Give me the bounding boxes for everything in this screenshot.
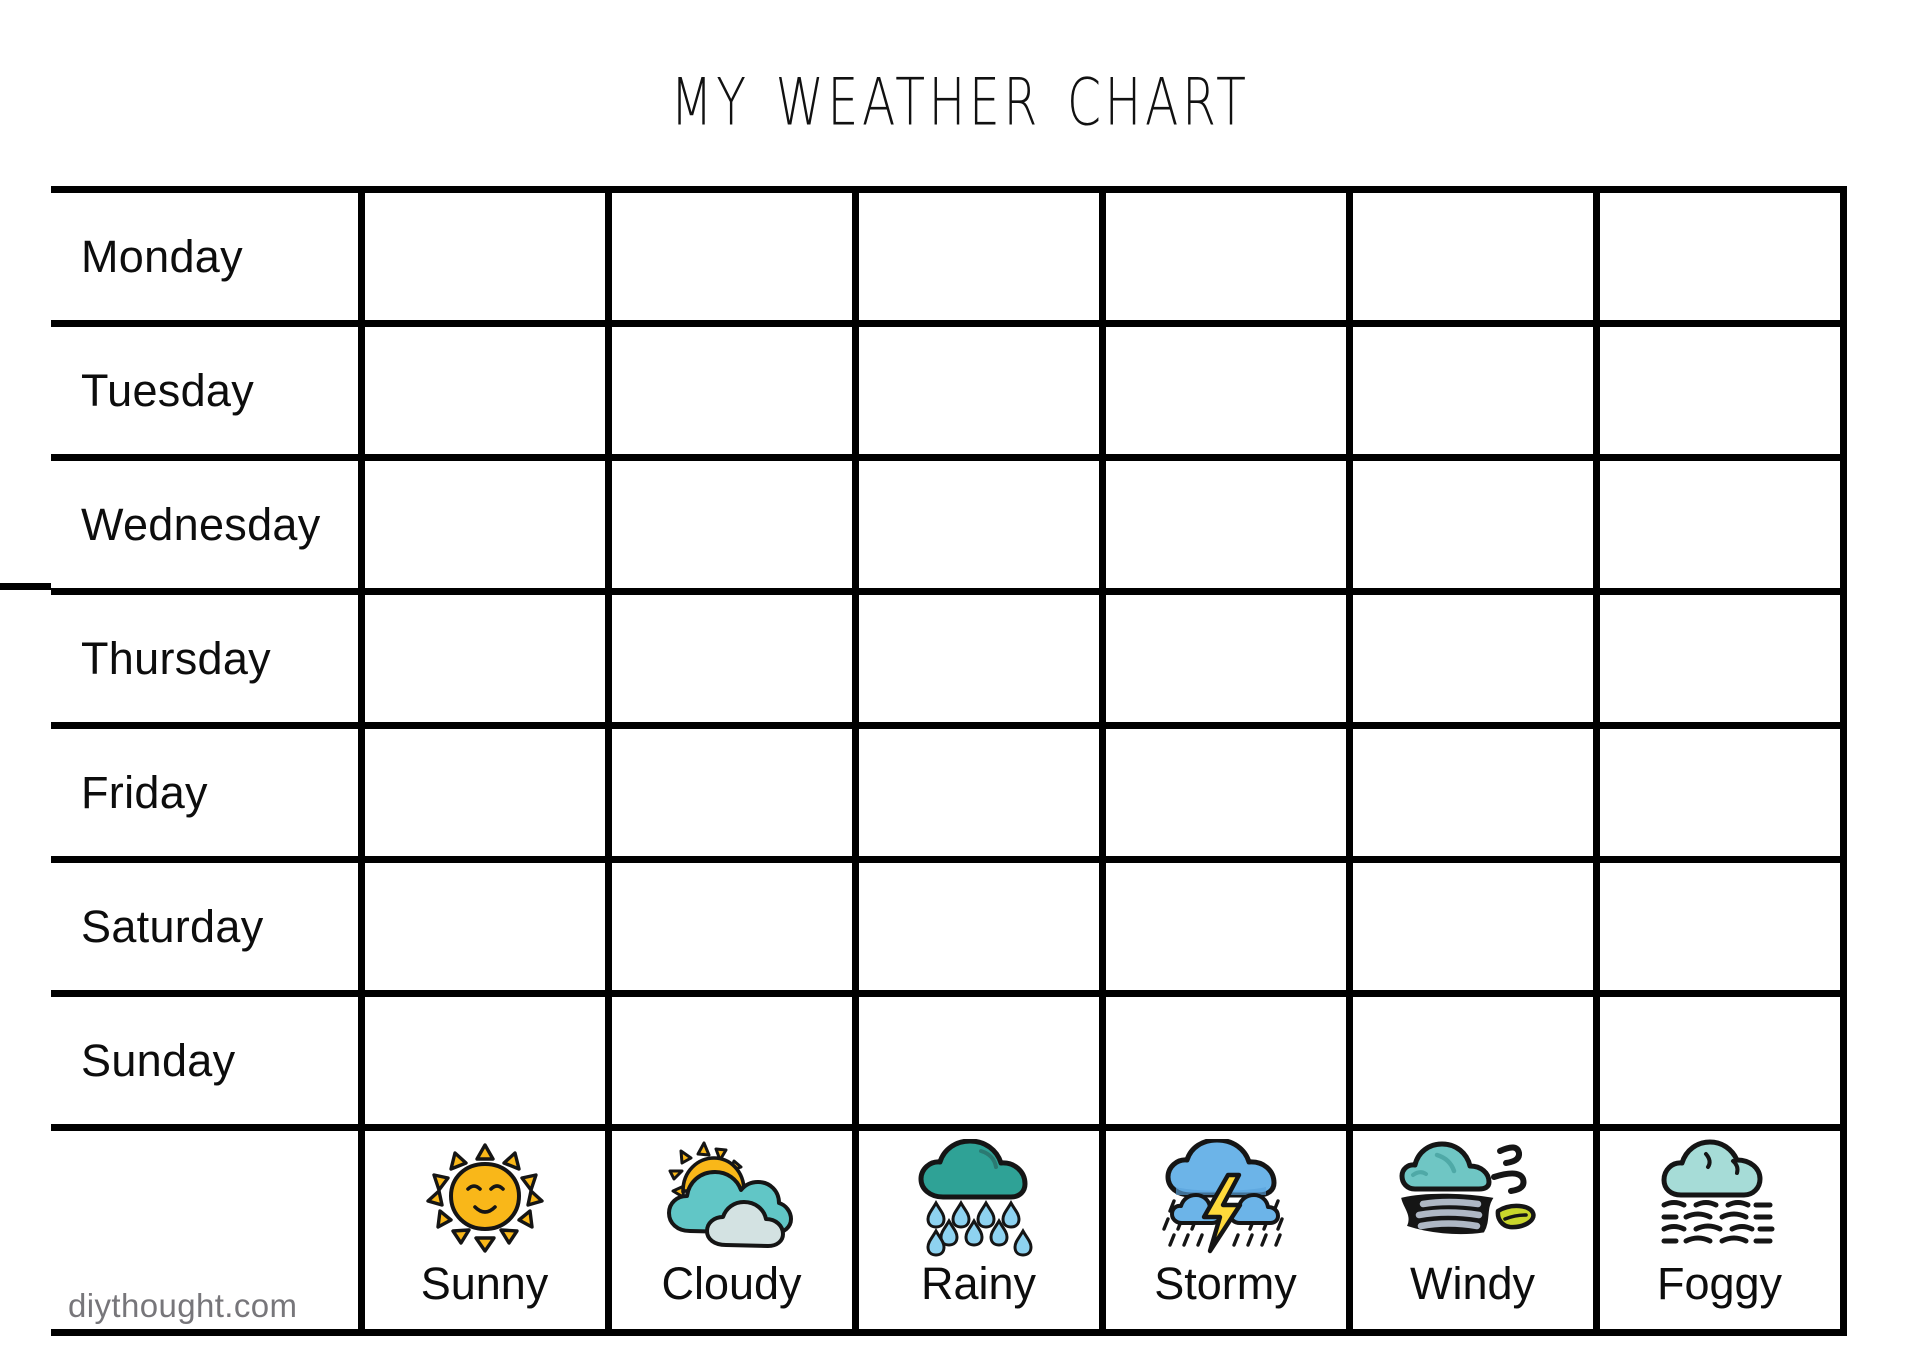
cell-tuesday-cloudy[interactable] — [608, 320, 859, 461]
day-cell-sunday: Sunday — [51, 990, 365, 1131]
weather-table-body: Monday Tuesday Wednesday Thursday Friday… — [51, 186, 1847, 1336]
day-cell-tuesday: Tuesday — [51, 320, 365, 461]
legend-cell-rainy[interactable]: Rainy — [855, 1124, 1106, 1336]
cell-wednesday-foggy[interactable] — [1596, 454, 1847, 595]
cell-tuesday-stormy[interactable] — [1102, 320, 1353, 461]
cell-monday-stormy[interactable] — [1102, 186, 1353, 327]
day-cell-wednesday: Wednesday — [51, 454, 365, 595]
cell-sunday-foggy[interactable] — [1596, 990, 1847, 1131]
weather-table: Monday Tuesday Wednesday Thursday Friday… — [51, 186, 1847, 1336]
legend-cell-foggy[interactable]: Foggy — [1596, 1124, 1847, 1336]
cell-wednesday-sunny[interactable] — [361, 454, 612, 595]
day-label: Monday — [81, 230, 243, 282]
cell-saturday-foggy[interactable] — [1596, 856, 1847, 997]
cell-friday-cloudy[interactable] — [608, 722, 859, 863]
sun-icon — [425, 1143, 544, 1253]
cell-monday-foggy[interactable] — [1596, 186, 1847, 327]
cell-wednesday-windy[interactable] — [1349, 454, 1600, 595]
cell-sunday-stormy[interactable] — [1102, 990, 1353, 1131]
cell-tuesday-foggy[interactable] — [1596, 320, 1847, 461]
legend-label: Rainy — [920, 1258, 1037, 1309]
legend-label: Cloudy — [661, 1258, 802, 1309]
cell-thursday-sunny[interactable] — [361, 588, 612, 729]
cell-thursday-windy[interactable] — [1349, 588, 1600, 729]
legend-cell-cloudy[interactable]: Cloudy — [608, 1124, 859, 1336]
cell-thursday-cloudy[interactable] — [608, 588, 859, 729]
weather-chart-page: My Weather Chart Monday T — [0, 0, 1920, 1357]
legend-label: Windy — [1409, 1258, 1536, 1309]
day-cell-friday: Friday — [51, 722, 365, 863]
cell-saturday-rainy[interactable] — [855, 856, 1106, 997]
cell-sunday-windy[interactable] — [1349, 990, 1600, 1131]
cell-tuesday-sunny[interactable] — [361, 320, 612, 461]
day-label: Tuesday — [81, 364, 255, 416]
weather-grid: Monday Tuesday Wednesday Thursday Friday… — [0, 186, 1920, 1336]
cell-friday-rainy[interactable] — [855, 722, 1106, 863]
day-label: Thursday — [81, 632, 271, 684]
cell-sunday-cloudy[interactable] — [608, 990, 859, 1131]
day-label: Friday — [81, 766, 208, 818]
site-watermark: diythought.com — [68, 1287, 298, 1324]
day-label: Wednesday — [81, 498, 321, 550]
table-row: Monday — [51, 186, 1847, 327]
day-cell-thursday: Thursday — [51, 588, 365, 729]
sun-behind-cloud-icon — [666, 1141, 793, 1248]
table-row: Saturday — [51, 856, 1847, 997]
fog-icon — [1661, 1139, 1774, 1244]
cell-saturday-cloudy[interactable] — [608, 856, 859, 997]
table-row: Thursday — [51, 588, 1847, 729]
legend-cell-sunny[interactable]: Sunny — [361, 1124, 612, 1336]
cell-thursday-stormy[interactable] — [1102, 588, 1353, 729]
cell-friday-windy[interactable] — [1349, 722, 1600, 863]
table-row: Tuesday — [51, 320, 1847, 461]
legend-label: Sunny — [420, 1258, 549, 1309]
day-label: Saturday — [81, 900, 264, 952]
day-cell-saturday: Saturday — [51, 856, 365, 997]
cell-saturday-stormy[interactable] — [1102, 856, 1353, 997]
cell-saturday-windy[interactable] — [1349, 856, 1600, 997]
cell-thursday-foggy[interactable] — [1596, 588, 1847, 729]
wind-icon — [1399, 1141, 1536, 1235]
day-label: Sunday — [81, 1034, 236, 1086]
legend-cell-windy[interactable]: Windy — [1349, 1124, 1600, 1336]
cell-monday-windy[interactable] — [1349, 186, 1600, 327]
cell-monday-rainy[interactable] — [855, 186, 1106, 327]
cell-wednesday-stormy[interactable] — [1102, 454, 1353, 595]
table-row: Sunday — [51, 990, 1847, 1131]
day-cell-monday: Monday — [51, 186, 365, 327]
rain-cloud-icon — [918, 1139, 1033, 1257]
cell-sunday-rainy[interactable] — [855, 990, 1106, 1131]
cell-tuesday-rainy[interactable] — [855, 320, 1106, 461]
cell-monday-sunny[interactable] — [361, 186, 612, 327]
cell-monday-cloudy[interactable] — [608, 186, 859, 327]
cell-thursday-rainy[interactable] — [855, 588, 1106, 729]
cell-wednesday-rainy[interactable] — [855, 454, 1106, 595]
cell-friday-stormy[interactable] — [1102, 722, 1353, 863]
legend-row: Sunny Cloudy Rainy Stormy Windy Foggy — [51, 1124, 1847, 1336]
cell-tuesday-windy[interactable] — [1349, 320, 1600, 461]
cell-friday-sunny[interactable] — [361, 722, 612, 863]
legend-cell-stormy[interactable]: Stormy — [1102, 1124, 1353, 1336]
cell-friday-foggy[interactable] — [1596, 722, 1847, 863]
page-title: My Weather Chart — [670, 38, 1250, 147]
cell-saturday-sunny[interactable] — [361, 856, 612, 997]
legend-label: Foggy — [1656, 1258, 1783, 1309]
cell-wednesday-cloudy[interactable] — [608, 454, 859, 595]
thunderstorm-icon — [1161, 1139, 1284, 1254]
cell-sunday-sunny[interactable] — [361, 990, 612, 1131]
legend-label: Stormy — [1154, 1258, 1297, 1309]
table-row: Wednesday — [51, 454, 1847, 595]
table-row: Friday — [51, 722, 1847, 863]
